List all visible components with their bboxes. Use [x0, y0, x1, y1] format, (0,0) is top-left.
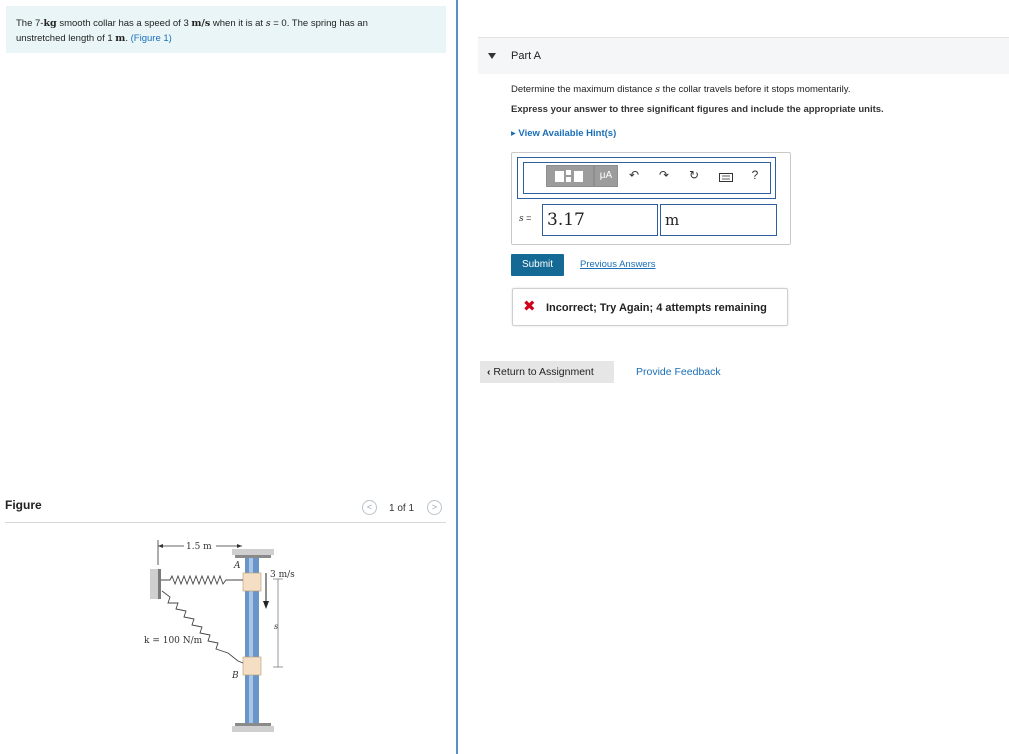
collar-spring-diagram: 1.5 m 3 m/s s A B k = 100 N/m [144, 540, 295, 732]
previous-answers-link[interactable]: Previous Answers [580, 259, 656, 270]
chevron-left-icon: < [366, 502, 373, 512]
view-hints-link[interactable]: ▸ View Available Hint(s) [511, 128, 616, 139]
feedback-message: ✖ Incorrect; Try Again; 4 attempts remai… [512, 288, 788, 326]
dimension-label: 1.5 m [186, 542, 212, 552]
collapse-triangle-icon[interactable] [488, 53, 496, 59]
provide-feedback-link[interactable]: Provide Feedback [636, 366, 721, 378]
help-icon[interactable]: ? [747, 168, 763, 182]
s-label: s [274, 622, 278, 631]
redo-icon[interactable]: ↷ [656, 168, 672, 182]
figure-counter: 1 of 1 [389, 503, 415, 514]
left-pane: The 7-kg smooth collar has a speed of 3 … [0, 0, 452, 754]
spring-constant-label: k = 100 N/m [144, 636, 203, 646]
chevron-left-icon: ‹ [487, 366, 491, 378]
mu-units-icon[interactable]: μA [594, 165, 618, 187]
answer-unit-input[interactable]: m [660, 204, 777, 236]
keyboard-icon[interactable] [718, 171, 734, 185]
part-header[interactable] [478, 38, 1009, 74]
undo-icon[interactable]: ↶ [626, 168, 642, 182]
return-to-assignment-button[interactable]: ‹ Return to Assignment [480, 361, 614, 383]
return-label: Return to Assignment [493, 366, 594, 378]
submit-button[interactable]: Submit [511, 254, 564, 276]
question-text: Determine the maximum distance s the col… [511, 84, 851, 95]
figure-heading: Figure [5, 498, 42, 512]
feedback-text: Incorrect; Try Again; 4 attempts remaini… [546, 302, 767, 314]
reset-icon[interactable]: ↻ [686, 168, 702, 182]
speed-label: 3 m/s [270, 570, 295, 580]
answer-variable-label: s = [519, 213, 532, 224]
part-title: Part A [511, 50, 541, 62]
chevron-right-icon: > [431, 502, 438, 512]
incorrect-x-icon: ✖ [523, 298, 536, 315]
figure-pager: < 1 of 1 > [362, 500, 446, 518]
point-a-label: A [233, 561, 241, 571]
figure-image: 1.5 m 3 m/s s A B k = 100 N/m [140, 535, 320, 745]
point-b-label: B [231, 671, 239, 681]
template-icon[interactable] [546, 165, 594, 187]
figure-prev-button[interactable]: < [362, 500, 377, 515]
figure-next-button[interactable]: > [427, 500, 442, 515]
pane-divider[interactable] [456, 0, 458, 754]
instruction-text: Express your answer to three significant… [511, 104, 884, 115]
math-toolbar: μA ↶ ↷ ↻ ? [517, 157, 776, 199]
figure-divider [5, 522, 446, 523]
figure-link[interactable]: (Figure 1) [131, 33, 172, 44]
answer-value-input[interactable]: 3.17 [542, 204, 658, 236]
problem-statement: The 7-kg smooth collar has a speed of 3 … [6, 6, 446, 53]
